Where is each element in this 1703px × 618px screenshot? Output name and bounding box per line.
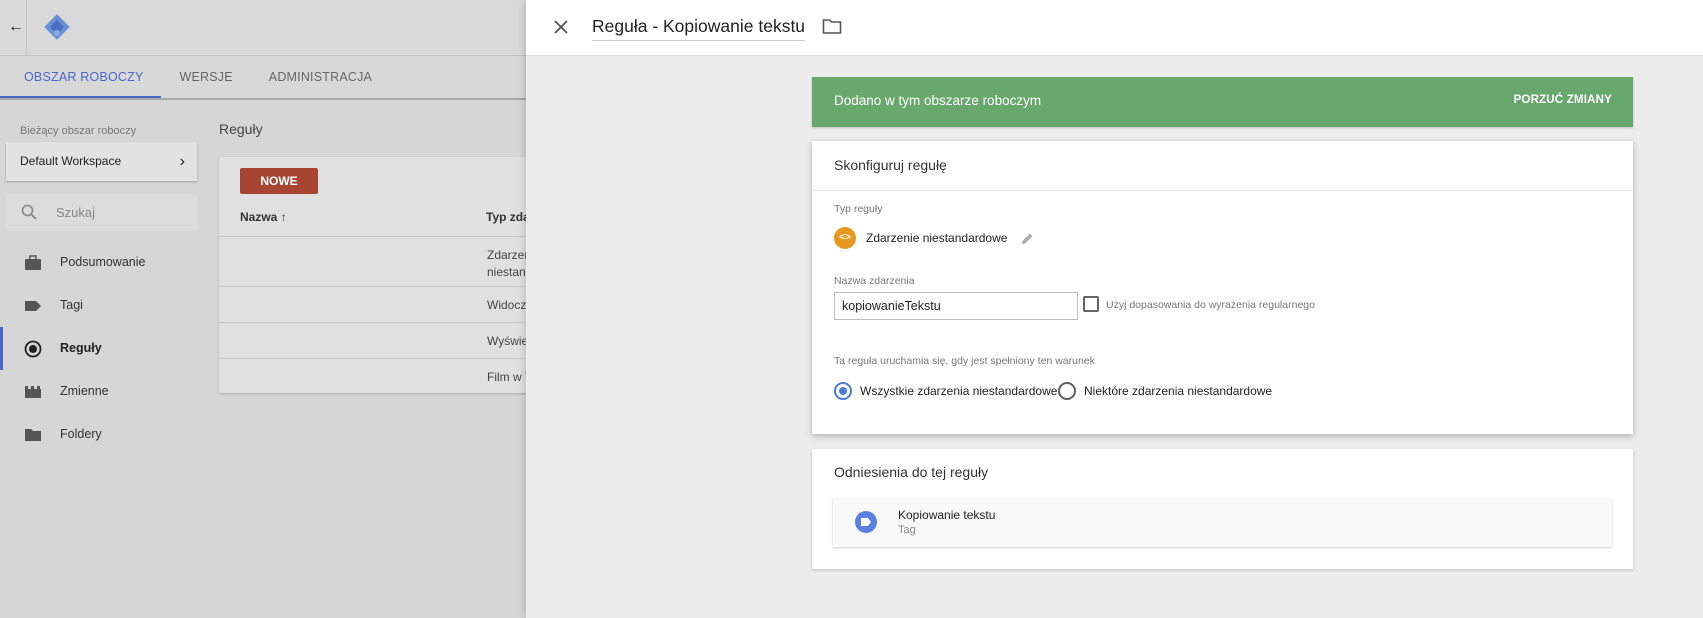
- references-title: Odniesienia do tej reguły: [834, 464, 989, 480]
- condition-label: Ta reguła uruchamia się, gdy jest spełni…: [834, 355, 1095, 367]
- sidebar-item-tags[interactable]: Tagi: [0, 284, 210, 327]
- sidebar-item-overview[interactable]: Podsumowanie: [0, 241, 210, 284]
- workspace-label: Bieżący obszar roboczy: [20, 125, 137, 137]
- panel-header: Reguła - Kopiowanie tekstu: [526, 0, 1703, 56]
- row-type-cell: Wyświe: [487, 334, 526, 348]
- radio-all-events[interactable]: Wszystkie zdarzenia niestandardowe: [834, 382, 1057, 400]
- search-icon: [21, 204, 37, 220]
- gtm-logo-icon: [44, 14, 70, 40]
- tag-icon: [855, 511, 877, 533]
- sidebar-item-label: Tagi: [60, 298, 83, 312]
- sidebar-menu: Podsumowanie Tagi Reguły Zmienne Foldery: [0, 241, 210, 456]
- sidebar-item-label: Zmienne: [60, 384, 109, 398]
- top-bar: ←: [0, 0, 526, 56]
- event-name-input[interactable]: [834, 292, 1078, 320]
- chevron-right-icon: ›: [179, 153, 185, 170]
- references-card: Odniesienia do tej reguły Kopiowanie tek…: [812, 449, 1633, 569]
- page-title: Reguły: [219, 121, 263, 137]
- trigger-editor-panel: Reguła - Kopiowanie tekstu Dodano w tym …: [526, 0, 1703, 618]
- triggers-table-card: NOWE Nazwa ↑ Typ zda Zdarzen niestanc Wi…: [219, 157, 526, 393]
- workspace-name: Default Workspace: [20, 154, 122, 168]
- sidebar-item-label: Reguły: [60, 341, 102, 355]
- sidebar-item-label: Foldery: [60, 427, 102, 441]
- radio-button-selected[interactable]: [834, 382, 852, 400]
- tag-icon: [25, 301, 41, 311]
- radio-some-events[interactable]: Niektóre zdarzenia niestandardowe: [1058, 382, 1272, 400]
- pencil-icon[interactable]: [1021, 232, 1034, 245]
- tab-workspace[interactable]: OBSZAR ROBOCZY: [0, 56, 162, 98]
- reference-name: Kopiowanie tekstu: [898, 508, 996, 522]
- custom-event-icon: <>: [834, 227, 856, 249]
- table-row[interactable]: Zdarzen niestanc: [219, 236, 526, 286]
- reference-item[interactable]: Kopiowanie tekstu Tag: [833, 497, 1612, 547]
- search-placeholder: Szukaj: [56, 205, 96, 220]
- trigger-type-value: Zdarzenie niestandardowe: [866, 231, 1008, 245]
- table-row[interactable]: Film w Y: [219, 358, 526, 393]
- row-type-cell: Film w Y: [487, 370, 526, 384]
- column-header-label: Nazwa: [240, 210, 278, 224]
- sidebar-item-label: Podsumowanie: [60, 255, 146, 269]
- back-arrow-icon[interactable]: ←: [6, 17, 26, 37]
- divider: [26, 0, 27, 56]
- trigger-config-card[interactable]: Skonfiguruj regułę Typ reguły <> Zdarzen…: [812, 141, 1633, 434]
- discard-changes-button[interactable]: PORZUĆ ZMIANY: [1514, 94, 1612, 106]
- workspace-selector[interactable]: Default Workspace ›: [6, 142, 197, 181]
- trigger-type-label: Typ reguły: [834, 203, 883, 215]
- radio-label: Niektóre zdarzenia niestandardowe: [1084, 384, 1273, 398]
- background-app: ← OBSZAR ROBOCZY WERSJE ADMINISTRACJA Bi…: [0, 0, 526, 618]
- sidebar: Bieżący obszar roboczy Default Workspace…: [0, 101, 210, 618]
- variable-icon: [25, 386, 41, 398]
- table-row[interactable]: Wyświe: [219, 322, 526, 358]
- arrow-up-icon: ↑: [280, 210, 287, 224]
- folder-icon[interactable]: [822, 17, 842, 35]
- regex-checkbox[interactable]: [1083, 296, 1099, 312]
- sidebar-item-triggers[interactable]: Reguły: [0, 327, 210, 370]
- nav-tabs: OBSZAR ROBOCZY WERSJE ADMINISTRACJA: [0, 56, 526, 100]
- column-header-type[interactable]: Typ zda: [486, 210, 526, 224]
- trigger-icon: [24, 340, 42, 358]
- search-input[interactable]: Szukaj: [6, 194, 197, 231]
- close-icon[interactable]: [550, 16, 572, 38]
- tab-versions[interactable]: WERSJE: [161, 56, 250, 98]
- config-title: Skonfiguruj regułę: [812, 141, 1633, 191]
- column-header-name[interactable]: Nazwa ↑: [240, 210, 287, 224]
- radio-button[interactable]: [1058, 382, 1076, 400]
- row-type-cell: Zdarzen niestanc: [487, 248, 526, 279]
- briefcase-icon: [25, 255, 41, 270]
- table-row[interactable]: Widoczn: [219, 286, 526, 322]
- row-type-cell: Widoczn: [487, 298, 526, 312]
- folder-icon: [25, 429, 41, 441]
- radio-label: Wszystkie zdarzenia niestandardowe: [860, 384, 1058, 398]
- trigger-type-row[interactable]: <> Zdarzenie niestandardowe: [834, 227, 1034, 249]
- status-banner: Dodano w tym obszarze roboczym PORZUĆ ZM…: [812, 77, 1633, 127]
- event-name-label: Nazwa zdarzenia: [834, 275, 915, 287]
- sidebar-item-folders[interactable]: Foldery: [0, 413, 210, 456]
- reference-kind: Tag: [898, 524, 916, 536]
- new-button[interactable]: NOWE: [240, 168, 318, 194]
- regex-checkbox-label: Użyj dopasowania do wyrażenia regularneg…: [1106, 299, 1315, 311]
- banner-text: Dodano w tym obszarze roboczym: [834, 93, 1042, 108]
- tab-admin[interactable]: ADMINISTRACJA: [251, 56, 390, 98]
- trigger-title[interactable]: Reguła - Kopiowanie tekstu: [592, 16, 806, 41]
- sidebar-item-variables[interactable]: Zmienne: [0, 370, 210, 413]
